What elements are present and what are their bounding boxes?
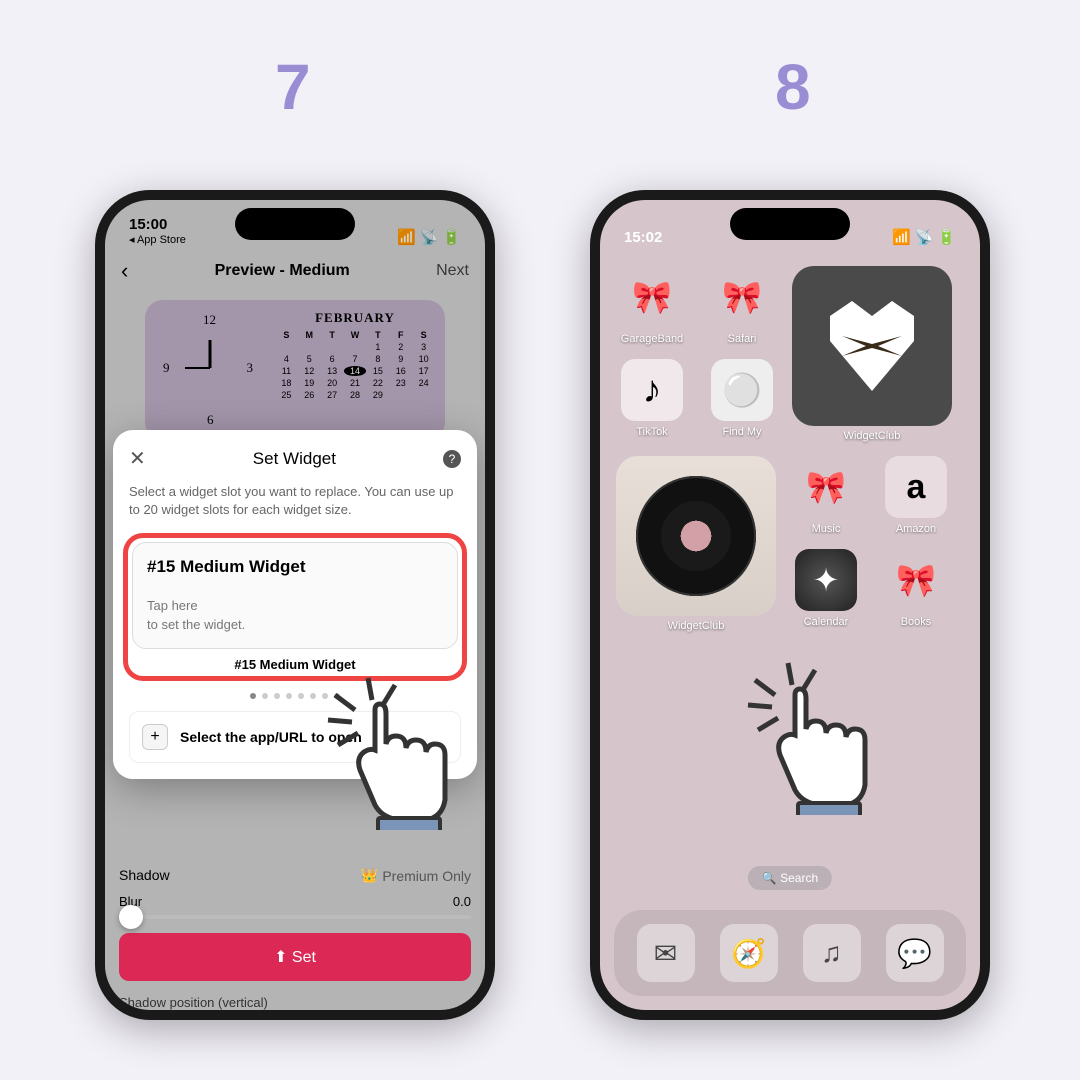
highlight-callout: #15 Medium Widget Tap here to set the wi… xyxy=(123,533,467,680)
dock: ✉ 🧭 ♫ 💬 xyxy=(614,910,966,996)
app-label: GarageBand xyxy=(621,333,683,345)
app-music[interactable]: 🎀 Music xyxy=(790,456,862,535)
app-label: Music xyxy=(812,523,841,535)
app-books[interactable]: 🎀 Books xyxy=(880,549,952,628)
mail-icon: ✉ xyxy=(654,937,677,970)
search-button[interactable]: 🔍 Search xyxy=(748,866,832,890)
app-label: Amazon xyxy=(896,523,936,535)
upload-icon: ⬆ xyxy=(274,949,287,966)
status-icons: 📶 📡 🔋 xyxy=(892,228,956,246)
app-label: Calendar xyxy=(804,616,849,628)
phone-mockup-7: 15:00 ◂ App Store 📶 📡 🔋 ‹ Preview - Medi… xyxy=(95,190,495,1020)
app-calendar[interactable]: ✦ Calendar xyxy=(790,549,862,628)
app-amazon[interactable]: a Amazon xyxy=(880,456,952,535)
phone-screen: 15:00 ◂ App Store 📶 📡 🔋 ‹ Preview - Medi… xyxy=(105,200,485,1010)
crown-icon: 👑 xyxy=(361,867,378,884)
widget-vinyl[interactable]: WidgetClub xyxy=(616,456,776,632)
bow-icon xyxy=(842,336,902,356)
compass-icon: 🧭 xyxy=(731,937,766,970)
widget-slot-card[interactable]: #15 Medium Widget Tap here to set the wi… xyxy=(132,542,458,648)
status-time: 15:02 xyxy=(624,229,662,246)
plus-icon[interactable]: + xyxy=(142,724,168,750)
shadow-position-label: Shadow position (vertical) xyxy=(119,995,471,1010)
app-safari[interactable]: 🎀 Safari xyxy=(706,266,778,345)
set-widget-modal: ✕ Set Widget ? Select a widget slot you … xyxy=(113,430,477,779)
app-label: TikTok xyxy=(636,426,667,438)
chat-icon: 💬 xyxy=(897,937,932,970)
app-garageband[interactable]: 🎀 GarageBand xyxy=(616,266,688,345)
phone-notch xyxy=(235,208,355,240)
app-findmy[interactable]: ⚪ Find My xyxy=(706,359,778,438)
blur-slider[interactable] xyxy=(119,915,471,919)
step-number-8: 8 xyxy=(775,50,811,124)
blur-value: 0.0 xyxy=(453,894,471,909)
slider-thumb[interactable] xyxy=(119,905,143,929)
widget-heart[interactable]: WidgetClub xyxy=(792,266,952,442)
home-screen: 15:02 📶 📡 🔋 🎀 GarageBand 🎀 xyxy=(600,200,980,1010)
close-icon[interactable]: ✕ xyxy=(129,446,146,471)
dock-messages[interactable]: 💬 xyxy=(886,924,944,982)
home-grid: 🎀 GarageBand 🎀 Safari ♪ TikTok xyxy=(600,250,980,636)
widget-label: WidgetClub xyxy=(668,620,725,632)
slot-hint-line-1: Tap here xyxy=(147,597,443,615)
bottom-panel: Shadow 👑Premium Only Blur 0.0 ⬆ Set Shad… xyxy=(105,857,485,1010)
premium-badge: 👑Premium Only xyxy=(361,867,471,884)
modal-description: Select a widget slot you want to replace… xyxy=(129,483,461,519)
heart-icon xyxy=(822,296,922,396)
select-app-label: Select the app/URL to open xyxy=(180,729,362,745)
modal-title: Set Widget xyxy=(253,449,336,469)
shadow-label: Shadow xyxy=(119,867,170,884)
wifi-icon: 📡 xyxy=(915,228,934,246)
set-button[interactable]: ⬆ Set xyxy=(119,933,471,981)
widget-label: WidgetClub xyxy=(844,430,901,442)
select-app-row[interactable]: + Select the app/URL to open xyxy=(129,711,461,763)
dock-mail[interactable]: ✉ xyxy=(637,924,695,982)
signal-icon: 📶 xyxy=(892,228,911,246)
music-icon: ♫ xyxy=(821,937,842,969)
battery-icon: 🔋 xyxy=(937,228,956,246)
vinyl-record-icon xyxy=(636,476,756,596)
app-label: Safari xyxy=(728,333,757,345)
app-tiktok[interactable]: ♪ TikTok xyxy=(616,359,688,438)
help-icon[interactable]: ? xyxy=(443,450,461,468)
app-label: Books xyxy=(901,616,932,628)
dock-safari[interactable]: 🧭 xyxy=(720,924,778,982)
slot-title: #15 Medium Widget xyxy=(147,557,443,577)
dock-music[interactable]: ♫ xyxy=(803,924,861,982)
slot-label: #15 Medium Widget xyxy=(132,657,458,672)
page-dots xyxy=(129,693,461,699)
phone-mockup-8: 15:02 📶 📡 🔋 🎀 GarageBand 🎀 xyxy=(590,190,990,1020)
phone-notch xyxy=(730,208,850,240)
step-number-7: 7 xyxy=(275,50,311,124)
slot-hint-line-2: to set the widget. xyxy=(147,616,443,634)
app-label: Find My xyxy=(722,426,761,438)
